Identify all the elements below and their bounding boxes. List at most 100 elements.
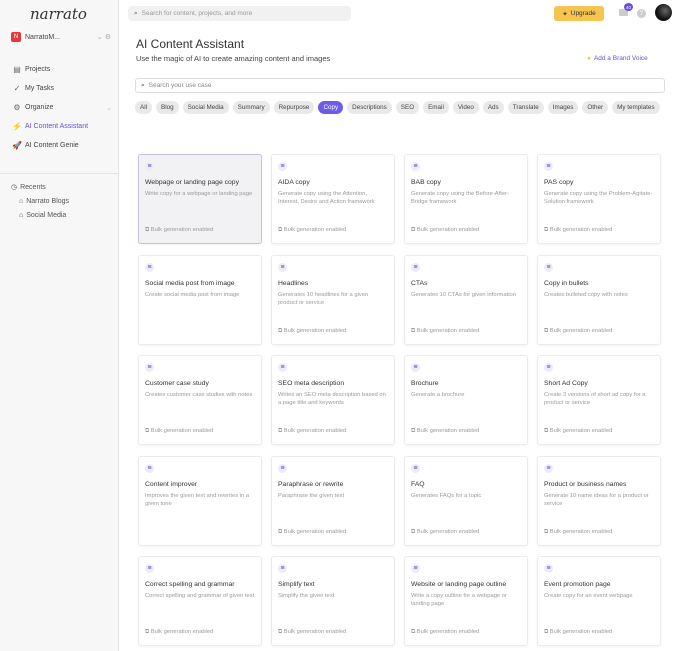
template-card[interactable]: ≡ Paraphrase or rewrite Paraphrase the giv… — [271, 455, 395, 546]
document-icon: ≡ — [278, 363, 287, 372]
clock-icon: ◷ — [11, 184, 18, 191]
user-avatar[interactable] — [655, 4, 672, 21]
document-icon: ≡ — [278, 463, 287, 473]
bulk-generation-note: ⧉ Bulk generation enabled — [544, 629, 612, 636]
template-card[interactable]: ≡ Headlines Generates 10 headlines for a g… — [271, 254, 395, 345]
document-icon: ≡ — [544, 463, 553, 473]
template-card[interactable]: ≡ Customer case study Creates customer cas… — [138, 355, 262, 445]
template-card[interactable]: ≡ FAQ Generates FAQs for a topic ⧉ Bulk gen… — [404, 455, 528, 546]
template-card[interactable]: ≡ Copy in bullets Creates bulleted copy wi… — [537, 254, 661, 345]
chip-translate[interactable]: Translate — [507, 101, 544, 114]
template-card[interactable]: ≡ PAS copy Generate copy using the Problem… — [537, 154, 661, 244]
template-card[interactable]: ≡ Brochure Generate a brochure ⧉ Bulk gener… — [404, 355, 528, 445]
document-icon: ≡ — [544, 564, 553, 573]
sidebar-item-ai-content-genie[interactable]: 🚀 AI Content Genie — [12, 136, 112, 155]
recent-item[interactable]: ⌂ Social Media — [11, 208, 69, 222]
document-icon: ≡ — [278, 262, 287, 272]
template-grid: ≡ Webpage or landing page copy Write copy … — [138, 154, 661, 646]
chip-copy[interactable]: Copy — [318, 101, 344, 114]
workspace-switcher[interactable]: N NarratoM... ⌄ ⚙ — [11, 32, 111, 42]
workspace-name: NarratoM... — [25, 33, 61, 41]
template-card[interactable]: ≡ SEO meta description Writes an SEO meta … — [271, 355, 395, 445]
chip-images[interactable]: Images — [547, 101, 579, 114]
sidebar-item-ai-content-assistant[interactable]: ⚡ AI Content Assistant — [12, 117, 112, 136]
template-card[interactable]: ≡ Event promotion page Create copy for an … — [537, 556, 661, 646]
chevron-down-icon[interactable]: ⌄ ⚙ — [97, 33, 111, 41]
chip-email[interactable]: Email — [423, 101, 449, 114]
template-card[interactable]: ≡ Correct spelling and grammar Correct spe… — [138, 556, 262, 646]
usecase-search-input[interactable]: ⌕ Search your use case — [135, 78, 665, 93]
sidebar-item-my-tasks[interactable]: ✓ My Tasks — [12, 79, 112, 98]
bulk-generation-note: ⧉ Bulk generation enabled — [278, 529, 346, 536]
bulk-label: Bulk generation enabled — [283, 428, 347, 434]
template-card[interactable]: ≡ Content improver Improves the given text… — [138, 455, 262, 546]
sidebar: narrato N NarratoM... ⌄ ⚙ ▤ Projects ✓ My T… — [0, 0, 119, 651]
chip-blog[interactable]: Blog — [156, 101, 179, 114]
bulk-label: Bulk generation enabled — [549, 227, 613, 233]
template-card[interactable]: ≡ AIDA copy Generate copy using the Attent… — [271, 154, 395, 244]
document-icon: ≡ — [411, 463, 420, 473]
recents: ◷ Recents ⌂ Narrato Blogs ⌂ Social Media — [11, 180, 69, 222]
card-title: AIDA copy — [278, 179, 310, 186]
topbar: ⌕ Search for content, projects, and more … — [119, 0, 680, 28]
card-description: Write a copy outline for a webpage or la… — [411, 593, 507, 608]
chip-other[interactable]: Other — [582, 101, 609, 114]
sidebar-item-projects[interactable]: ▤ Projects — [12, 60, 112, 79]
chip-seo[interactable]: SEO — [395, 101, 420, 114]
narrato-logo[interactable]: narrato — [30, 5, 87, 23]
global-search-input[interactable]: ⌕ Search for content, projects, and more — [128, 6, 351, 21]
chip-video[interactable]: Video — [452, 101, 479, 114]
chip-all[interactable]: All — [135, 101, 152, 114]
template-card[interactable]: ≡ CTAs Generates 10 CTAs for given informa… — [404, 254, 528, 345]
template-card[interactable]: ≡ Simplify text Simplify the given text ⧉ B… — [271, 556, 395, 646]
recent-item[interactable]: ⌂ Narrato Blogs — [11, 194, 69, 208]
card-description: Correct spelling and grammar of given te… — [145, 593, 255, 599]
card-title: Content improver — [145, 480, 198, 488]
document-icon: ≡ — [544, 363, 553, 372]
chip-repurpose[interactable]: Repurpose — [273, 101, 315, 114]
sidebar-item-label: Organize — [25, 104, 54, 111]
bulk-label: Bulk generation enabled — [549, 428, 613, 434]
chip-descriptions[interactable]: Descriptions — [347, 101, 392, 114]
card-description: Create copy for an event webpage — [544, 593, 633, 599]
template-card[interactable]: ≡ Social media post from image Create soci… — [138, 254, 262, 345]
template-card[interactable]: ≡ Webpage or landing page copy Write copy … — [138, 154, 262, 244]
chip-summary[interactable]: Summary — [232, 101, 270, 114]
card-description: Write copy for a webpage or landing page — [145, 191, 253, 197]
add-brand-voice-link[interactable]: ● Add a Brand Voice — [587, 55, 648, 62]
document-icon: ≡ — [544, 262, 553, 272]
page-subtitle: Use the magic of AI to create amazing co… — [136, 54, 331, 63]
upgrade-button[interactable]: ✦ Upgrade — [554, 6, 604, 21]
bulk-label: Bulk generation enabled — [150, 629, 214, 635]
chip-ads[interactable]: Ads — [482, 101, 504, 114]
notification-badge: 40 — [624, 3, 633, 11]
card-description: Improves the given text and rewrites in … — [145, 492, 250, 507]
document-icon: ≡ — [411, 363, 420, 372]
bulk-label: Bulk generation enabled — [283, 327, 347, 334]
bulk-label: Bulk generation enabled — [416, 629, 480, 635]
card-description: Generate copy using the Attention, Inter… — [278, 191, 375, 206]
template-card[interactable]: ≡ Website or landing page outline Write a … — [404, 556, 528, 646]
card-title: PAS copy — [544, 179, 574, 186]
project-icon: ⌂ — [19, 211, 24, 219]
search-icon: ⌕ — [141, 81, 145, 89]
chip-my-templates[interactable]: My templates — [612, 101, 660, 114]
chevron-down-icon[interactable]: ⌄ — [106, 104, 112, 112]
nav-icon: ▤ — [13, 65, 21, 74]
template-card[interactable]: ≡ Product or business names Generate 10 na… — [537, 455, 661, 546]
card-title: FAQ — [411, 480, 425, 488]
bulk-generation-note: ⧉ Bulk generation enabled — [278, 227, 346, 234]
template-card[interactable]: ≡ BAB copy Generate copy using the Before-… — [404, 154, 528, 244]
help-icon[interactable]: ? — [637, 9, 646, 18]
bulk-generation-note: ⧉ Bulk generation enabled — [411, 227, 479, 234]
bulk-generation-note: ⧉ Bulk generation enabled — [278, 629, 346, 636]
template-card[interactable]: ≡ Short Ad Copy Create 3 versions of short… — [537, 355, 661, 445]
sidebar-item-organize[interactable]: ⚙ Organize ⌄ — [12, 98, 112, 117]
recent-label: Narrato Blogs — [26, 197, 70, 205]
document-icon: ≡ — [411, 262, 420, 272]
chip-social-media[interactable]: Social Media — [182, 101, 229, 114]
usecase-placeholder: Search your use case — [148, 82, 212, 89]
bulk-label: Bulk generation enabled — [549, 327, 613, 334]
card-description: Generates 10 headlines for a given produ… — [278, 291, 369, 306]
nav-icon: ✓ — [13, 84, 21, 93]
